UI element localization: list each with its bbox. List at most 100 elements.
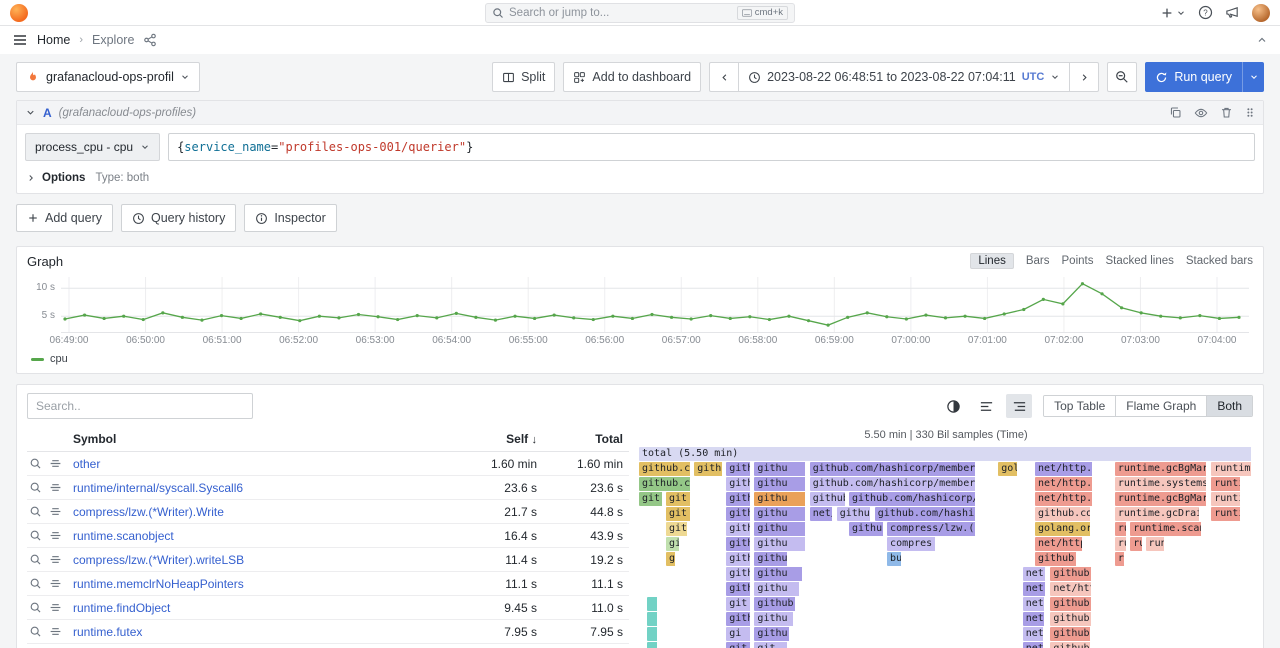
datasource-picker[interactable]: grafanacloud-ops-profil — [16, 62, 200, 92]
user-avatar[interactable] — [1252, 4, 1270, 22]
flame-node[interactable]: githu — [726, 507, 751, 521]
flame-node[interactable]: runti — [1211, 507, 1241, 521]
flame-node[interactable]: githu — [754, 507, 806, 521]
view-both[interactable]: Both — [1206, 396, 1252, 416]
flame-node[interactable]: git — [726, 642, 751, 648]
flame-node[interactable]: git — [754, 642, 787, 648]
flame-node[interactable] — [647, 597, 658, 611]
remove-query-icon[interactable] — [1220, 106, 1233, 119]
collapse-section-icon[interactable] — [1256, 34, 1268, 46]
run-query-caret[interactable] — [1242, 62, 1264, 92]
flame-node[interactable]: net/http.Ha — [1035, 537, 1083, 551]
flame-node[interactable]: runtime — [1211, 462, 1252, 476]
symbol-link[interactable]: runtime.futex — [73, 625, 445, 639]
flame-node[interactable]: net.(* — [1023, 582, 1047, 596]
new-menu-button[interactable] — [1160, 6, 1186, 20]
symbol-link[interactable]: runtime/internal/syscall.Syscall6 — [73, 481, 445, 495]
flame-node[interactable]: github.com/q — [1050, 627, 1091, 641]
flame-node[interactable]: githu — [726, 492, 751, 506]
flame-node[interactable]: net.Di — [1023, 567, 1047, 581]
duplicate-query-icon[interactable] — [1169, 106, 1182, 119]
flame-node[interactable]: github.cc — [849, 522, 884, 536]
flame-node[interactable]: runti — [1211, 477, 1241, 491]
sandwich-view-icon[interactable] — [49, 625, 62, 638]
help-icon[interactable]: ? — [1198, 5, 1213, 20]
flame-node[interactable]: githu — [754, 567, 802, 581]
flame-node[interactable]: githu — [694, 462, 722, 476]
flame-node[interactable]: runtime.systemstack ( — [1115, 477, 1207, 491]
flame-node[interactable]: github. — [754, 597, 796, 611]
flame-node[interactable]: run — [1130, 537, 1143, 551]
flame-node[interactable]: github.cc — [639, 462, 691, 476]
flame-node[interactable]: gi — [666, 537, 680, 551]
flame-node[interactable]: githu — [726, 567, 751, 581]
add-query-button[interactable]: Add query — [16, 204, 113, 232]
inspector-button[interactable]: Inspector — [244, 204, 336, 232]
flame-node[interactable]: github.cc — [639, 477, 691, 491]
flame-node[interactable]: github.com/f — [1050, 612, 1092, 626]
add-to-dashboard-button[interactable]: Add to dashboard — [563, 62, 701, 92]
graph-style-lines[interactable]: Lines — [970, 253, 1014, 269]
sandwich-view-icon[interactable] — [49, 505, 62, 518]
flame-node[interactable]: github.com/s — [1050, 597, 1092, 611]
symbol-link[interactable]: compress/lzw.(*Writer).writeLSB — [73, 553, 445, 567]
symbol-search-input[interactable] — [27, 393, 253, 419]
sandwich-view-icon[interactable] — [49, 601, 62, 614]
flame-node[interactable]: gi — [726, 627, 751, 641]
flame-node[interactable]: rur — [1115, 552, 1125, 566]
symbol-link[interactable]: runtime.memclrNoHeapPointers — [73, 577, 445, 591]
query-ref-id[interactable]: A — [43, 106, 52, 120]
sandwich-view-icon[interactable] — [49, 481, 62, 494]
collapse-query-icon[interactable] — [25, 107, 36, 118]
flame-node[interactable]: git — [666, 492, 691, 506]
flame-node[interactable]: runti — [1211, 492, 1241, 506]
hide-response-icon[interactable] — [1194, 106, 1208, 120]
flame-node[interactable]: github.com/hashicorp/memberlist.( — [810, 477, 976, 491]
flame-node[interactable]: githu — [754, 492, 806, 506]
flame-node[interactable]: github.com/c — [1035, 552, 1077, 566]
flame-node[interactable]: git — [639, 492, 663, 506]
flame-node[interactable] — [647, 627, 658, 641]
search-symbol-icon[interactable] — [29, 505, 42, 518]
flame-node[interactable]: github.com/g — [1050, 567, 1092, 581]
flame-node[interactable]: net/h — [810, 507, 834, 521]
flame-node[interactable]: gith — [726, 612, 751, 626]
flame-node[interactable]: runtime.scanobje — [1130, 522, 1201, 536]
flame-node[interactable]: githu — [726, 522, 751, 536]
flame-node[interactable]: githu — [754, 612, 794, 626]
flame-node[interactable]: bu — [887, 552, 902, 566]
flame-node[interactable]: githu — [754, 582, 800, 596]
flame-node[interactable]: golang.org/x — [1035, 522, 1090, 536]
drag-handle-icon[interactable] — [1245, 106, 1255, 119]
flame-node[interactable]: total (5.50 min) — [639, 447, 1252, 461]
flame-node[interactable]: compress/lzw.(*W — [887, 522, 976, 536]
options-toggle[interactable]: Options — [42, 172, 85, 184]
flame-node[interactable]: net/http.Har — [1050, 582, 1092, 596]
flame-node[interactable]: githu — [726, 462, 751, 476]
flame-node[interactable]: gola — [998, 462, 1018, 476]
flame-node[interactable]: githu — [754, 522, 806, 536]
flame-node[interactable]: githu — [754, 477, 806, 491]
flame-node[interactable]: run — [1115, 522, 1128, 536]
flame-node[interactable]: compres — [887, 537, 936, 551]
flame-node[interactable]: runt — [1146, 537, 1165, 551]
symbol-link[interactable]: other — [73, 457, 445, 471]
flame-node[interactable]: net/http.Han — [1035, 492, 1093, 506]
flame-node[interactable]: githu — [754, 537, 806, 551]
search-symbol-icon[interactable] — [29, 529, 42, 542]
breadcrumb-home[interactable]: Home — [37, 33, 70, 47]
sandwich-view-icon[interactable] — [49, 577, 62, 590]
symbol-link[interactable]: runtime.findObject — [73, 601, 445, 615]
column-total[interactable]: Total — [537, 432, 629, 446]
symbol-link[interactable]: compress/lzw.(*Writer).Write — [73, 505, 445, 519]
global-search[interactable]: cmd+k — [485, 3, 795, 23]
search-symbol-icon[interactable] — [29, 601, 42, 614]
flame-node[interactable]: runtime.gcDrain (55.5 — [1115, 507, 1200, 521]
flame-node[interactable]: github.cc — [810, 492, 846, 506]
flame-node[interactable] — [647, 612, 658, 626]
symbol-link[interactable]: runtime.scanobject — [73, 529, 445, 543]
flame-node[interactable]: net.( — [1023, 597, 1045, 611]
flame-node[interactable]: githu — [726, 477, 751, 491]
flame-node[interactable]: github.com/hashicorp — [875, 507, 976, 521]
flame-node[interactable]: githu — [754, 462, 806, 476]
